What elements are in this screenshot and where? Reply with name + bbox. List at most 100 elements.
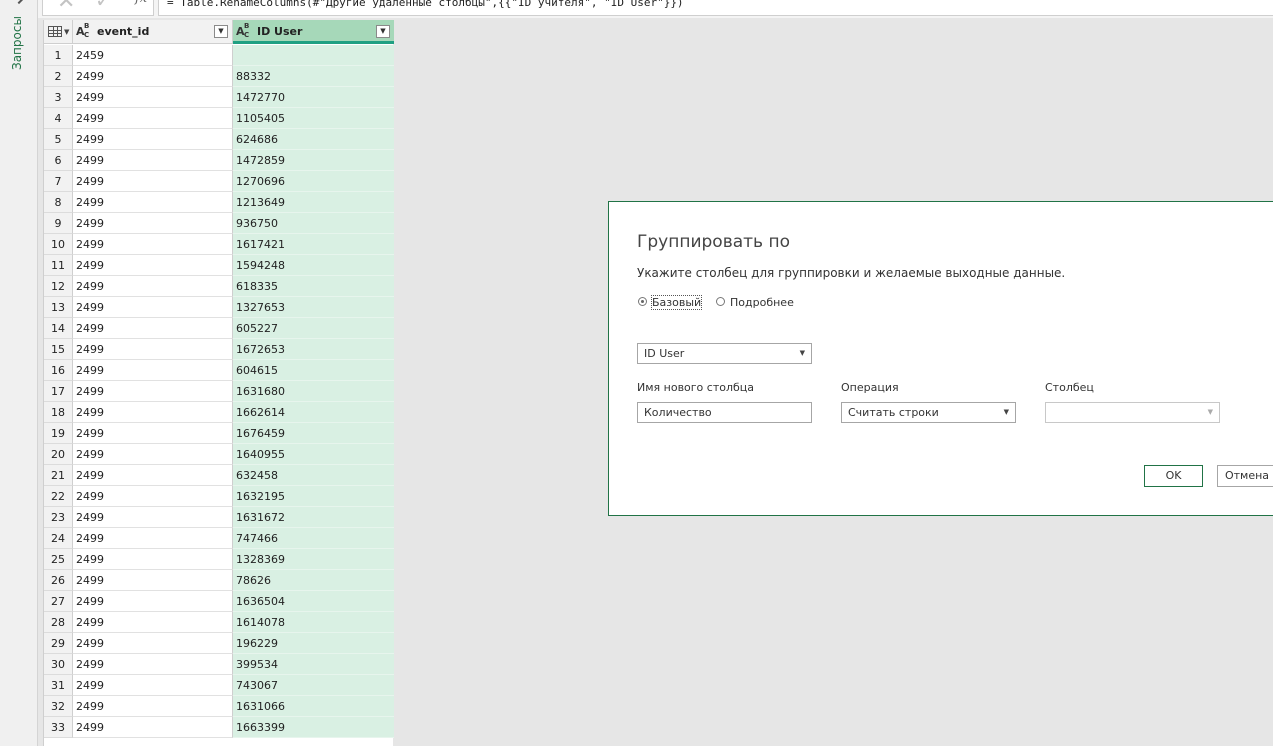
new-column-name-input[interactable]: Количество (637, 402, 812, 423)
cell-id-user[interactable]: 1328369 (233, 549, 394, 570)
cell-event-id[interactable]: 2499 (73, 717, 233, 738)
column-select[interactable]: ▼ (1045, 402, 1220, 423)
cell-id-user[interactable]: 632458 (233, 465, 394, 486)
cell-event-id[interactable]: 2499 (73, 213, 233, 234)
cell-event-id[interactable]: 2499 (73, 444, 233, 465)
filter-dropdown-icon[interactable]: ▼ (214, 25, 228, 38)
cell-id-user[interactable]: 1472859 (233, 150, 394, 171)
table-row[interactable]: 18 2499 1662614 (44, 402, 394, 423)
cell-event-id[interactable]: 2499 (73, 633, 233, 654)
cell-event-id[interactable]: 2499 (73, 528, 233, 549)
cell-id-user[interactable]: 624686 (233, 129, 394, 150)
cell-event-id[interactable]: 2499 (73, 129, 233, 150)
table-row[interactable]: 31 2499 743067 (44, 675, 394, 696)
table-row[interactable]: 16 2499 604615 (44, 360, 394, 381)
cell-id-user[interactable] (233, 45, 394, 66)
table-row[interactable]: 5 2499 624686 (44, 129, 394, 150)
table-row[interactable]: 20 2499 1640955 (44, 444, 394, 465)
cell-id-user[interactable]: 1270696 (233, 171, 394, 192)
cell-event-id[interactable]: 2499 (73, 360, 233, 381)
cell-id-user[interactable]: 78626 (233, 570, 394, 591)
cell-id-user[interactable]: 1631672 (233, 507, 394, 528)
table-row[interactable]: 26 2499 78626 (44, 570, 394, 591)
table-row[interactable]: 3 2499 1472770 (44, 87, 394, 108)
table-row[interactable]: 9 2499 936750 (44, 213, 394, 234)
cell-id-user[interactable]: 1617421 (233, 234, 394, 255)
cell-event-id[interactable]: 2499 (73, 297, 233, 318)
table-row[interactable]: 22 2499 1632195 (44, 486, 394, 507)
cell-id-user[interactable]: 743067 (233, 675, 394, 696)
cell-event-id[interactable]: 2499 (73, 654, 233, 675)
table-row[interactable]: 19 2499 1676459 (44, 423, 394, 444)
radio-basic[interactable] (638, 297, 647, 306)
cell-event-id[interactable]: 2499 (73, 591, 233, 612)
cell-id-user[interactable]: 1676459 (233, 423, 394, 444)
table-row[interactable]: 12 2499 618335 (44, 276, 394, 297)
table-row[interactable]: 30 2499 399534 (44, 654, 394, 675)
cell-id-user[interactable]: 1672653 (233, 339, 394, 360)
chevron-right-icon[interactable] (11, 0, 27, 5)
ok-button[interactable]: OK (1144, 465, 1203, 487)
cell-event-id[interactable]: 2499 (73, 234, 233, 255)
cell-id-user[interactable]: 1663399 (233, 717, 394, 738)
text-type-icon[interactable]: ABC (76, 22, 96, 41)
operation-select[interactable]: Считать строки ▼ (841, 402, 1016, 423)
radio-advanced-label[interactable]: Подробнее (730, 296, 794, 309)
cell-id-user[interactable]: 604615 (233, 360, 394, 381)
table-row[interactable]: 28 2499 1614078 (44, 612, 394, 633)
cell-id-user[interactable]: 1105405 (233, 108, 394, 129)
cell-id-user[interactable]: 88332 (233, 66, 394, 87)
cell-id-user[interactable]: 1594248 (233, 255, 394, 276)
radio-basic-label[interactable]: Базовый (650, 295, 703, 310)
table-row[interactable]: 29 2499 196229 (44, 633, 394, 654)
cell-id-user[interactable]: 618335 (233, 276, 394, 297)
table-row[interactable]: 6 2499 1472859 (44, 150, 394, 171)
group-column-select[interactable]: ID User ▼ (637, 343, 812, 364)
table-row[interactable]: 23 2499 1631672 (44, 507, 394, 528)
cell-event-id[interactable]: 2499 (73, 276, 233, 297)
filter-dropdown-icon[interactable]: ▼ (376, 25, 390, 38)
cell-event-id[interactable]: 2499 (73, 339, 233, 360)
table-row[interactable]: 13 2499 1327653 (44, 297, 394, 318)
table-row[interactable]: 21 2499 632458 (44, 465, 394, 486)
table-row[interactable]: 14 2499 605227 (44, 318, 394, 339)
cell-id-user[interactable]: 1640955 (233, 444, 394, 465)
queries-pane-label[interactable]: Запросы (10, 16, 24, 70)
cell-event-id[interactable]: 2499 (73, 108, 233, 129)
formula-input[interactable]: = Table.RenameColumns(#"Другие удаленные… (158, 0, 1273, 16)
cell-event-id[interactable]: 2499 (73, 402, 233, 423)
cell-id-user[interactable]: 1631680 (233, 381, 394, 402)
cell-id-user[interactable]: 399534 (233, 654, 394, 675)
cell-id-user[interactable]: 1614078 (233, 612, 394, 633)
cell-id-user[interactable]: 1213649 (233, 192, 394, 213)
cell-event-id[interactable]: 2499 (73, 381, 233, 402)
text-type-icon[interactable]: ABC (236, 22, 256, 41)
cell-id-user[interactable]: 1632195 (233, 486, 394, 507)
column-header-id-user[interactable]: ABC ID User ▼ (233, 20, 394, 44)
table-row[interactable]: 8 2499 1213649 (44, 192, 394, 213)
cancel-button[interactable]: Отмена (1217, 465, 1273, 487)
cell-id-user[interactable]: 196229 (233, 633, 394, 654)
table-row[interactable]: 32 2499 1631066 (44, 696, 394, 717)
cell-event-id[interactable]: 2499 (73, 171, 233, 192)
confirm-formula-icon[interactable]: ✓ (95, 0, 112, 12)
cell-event-id[interactable]: 2499 (73, 465, 233, 486)
table-row[interactable]: 33 2499 1663399 (44, 717, 394, 738)
cell-event-id[interactable]: 2499 (73, 192, 233, 213)
table-menu-button[interactable]: ▼ (44, 20, 73, 44)
column-header-event-id[interactable]: ABC event_id ▼ (73, 20, 233, 44)
cell-event-id[interactable]: 2499 (73, 570, 233, 591)
cell-id-user[interactable]: 1636504 (233, 591, 394, 612)
table-row[interactable]: 1 2459 (44, 45, 394, 66)
queries-pane[interactable]: Запросы (0, 0, 38, 746)
table-row[interactable]: 15 2499 1672653 (44, 339, 394, 360)
table-row[interactable]: 10 2499 1617421 (44, 234, 394, 255)
cell-event-id[interactable]: 2499 (73, 675, 233, 696)
cancel-formula-icon[interactable]: ✕ (57, 0, 75, 14)
cell-event-id[interactable]: 2499 (73, 318, 233, 339)
cell-id-user[interactable]: 1662614 (233, 402, 394, 423)
cell-event-id[interactable]: 2499 (73, 612, 233, 633)
table-row[interactable]: 11 2499 1594248 (44, 255, 394, 276)
table-row[interactable]: 7 2499 1270696 (44, 171, 394, 192)
cell-event-id[interactable]: 2499 (73, 423, 233, 444)
